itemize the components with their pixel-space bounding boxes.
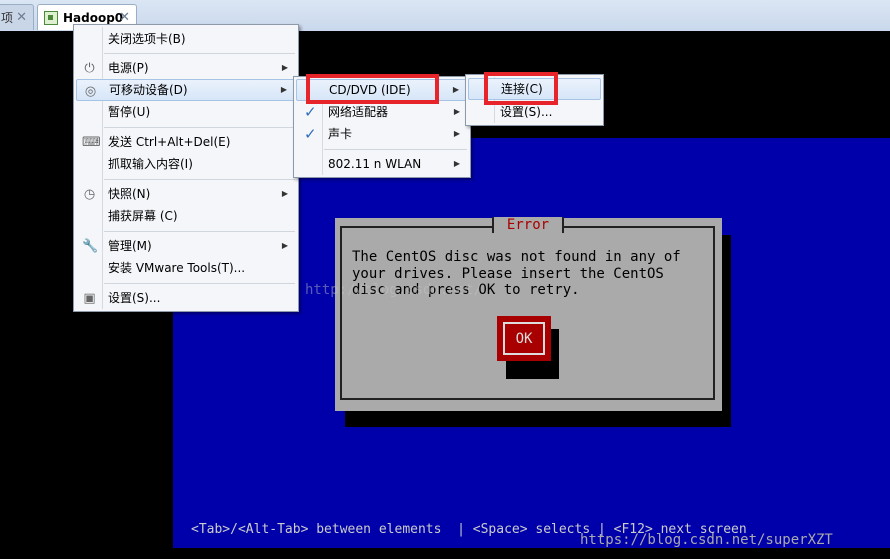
keyboard-icon: ⌨	[82, 135, 101, 150]
check-icon: ✓	[304, 125, 317, 143]
submenu-arrow-icon: ▶	[281, 63, 288, 72]
close-icon[interactable]: ✕	[119, 10, 130, 25]
submenu-arrow-icon: ▶	[281, 189, 288, 198]
ok-button[interactable]: OK	[497, 316, 551, 361]
submenu-arrow-icon: ▶	[452, 85, 459, 94]
menu-item-grab-input[interactable]: 抓取输入内容(I)	[76, 153, 296, 175]
menu-item-close-tab[interactable]: 关闭选项卡(B)	[76, 28, 296, 50]
menu-item-network-adapter[interactable]: ✓ 网络适配器 ▶	[296, 101, 468, 123]
check-icon: ✓	[304, 103, 317, 121]
menu-item-install-vmware-tools[interactable]: 安装 VMware Tools(T)...	[76, 257, 296, 279]
ok-label: OK	[503, 322, 545, 355]
wrench-icon: 🔧	[82, 239, 99, 254]
submenu-arrow-icon: ▶	[280, 85, 287, 94]
submenu-arrow-icon: ▶	[281, 241, 288, 250]
snapshot-icon: ◷	[83, 187, 96, 202]
annotation-box-cd-dvd	[306, 74, 439, 104]
close-icon[interactable]: ✕	[16, 10, 27, 25]
error-title: Error	[492, 217, 564, 233]
menu-item-manage[interactable]: 🔧 管理(M) ▶	[76, 235, 296, 257]
tab-label: Hadoop0	[63, 10, 124, 25]
power-icon: ⏻	[84, 61, 95, 76]
menu-item-pause[interactable]: 暂停(U)	[76, 101, 296, 123]
tab-previous[interactable]: 项 ✕	[0, 4, 34, 30]
watermark-corner: https://blog.csdn.net/superXZT	[580, 532, 833, 548]
error-dialog	[335, 218, 722, 411]
annotation-box-connect	[484, 72, 558, 105]
menu-item-power[interactable]: ⏻ 电源(P) ▶	[76, 57, 296, 79]
submenu-arrow-icon: ▶	[453, 129, 460, 138]
cd-icon: ◎	[84, 84, 97, 99]
settings-icon: ▣	[83, 291, 96, 306]
watermark-center: http://blog.csdn.net/	[305, 282, 483, 298]
vm-icon	[44, 10, 58, 25]
menu-item-snapshot[interactable]: ◷ 快照(N) ▶	[76, 183, 296, 205]
menu-item-removable-devices[interactable]: ◎ 可移动设备(D) ▶	[76, 79, 296, 101]
submenu-arrow-icon: ▶	[453, 159, 460, 168]
menu-item-sound-card[interactable]: ✓ 声卡 ▶	[296, 123, 468, 145]
submenu-arrow-icon: ▶	[453, 107, 460, 116]
menu-item-capture-screen[interactable]: 捕获屏幕 (C)	[76, 205, 296, 227]
tab-label: 项	[1, 11, 14, 25]
vm-context-menu: 关闭选项卡(B) ⏻ 电源(P) ▶ ◎ 可移动设备(D) ▶ 暂停(U) ⌨ 发送…	[73, 24, 299, 312]
menu-item-settings[interactable]: ▣ 设置(S)...	[76, 287, 296, 309]
menu-item-wlan[interactable]: 802.11 n WLAN ▶	[296, 153, 468, 175]
menu-item-send-ctrl-alt-del[interactable]: ⌨ 发送 Ctrl+Alt+Del(E)	[76, 131, 296, 153]
